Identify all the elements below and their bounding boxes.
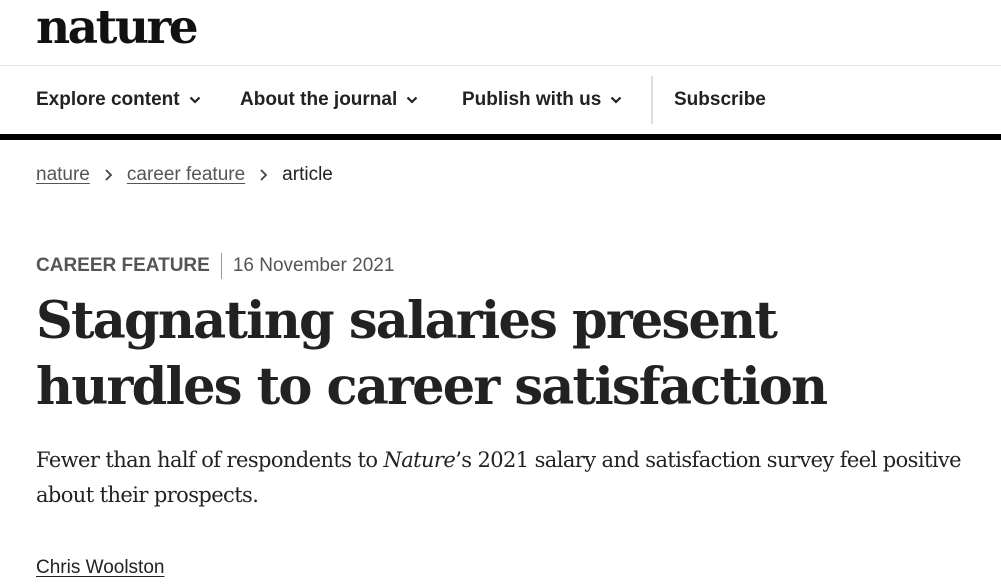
- chevron-down-icon: [406, 96, 418, 104]
- chevron-right-icon: [260, 169, 268, 181]
- author-link[interactable]: Chris Woolston: [36, 557, 164, 579]
- breadcrumb-nature[interactable]: nature: [36, 164, 90, 186]
- breadcrumb-career-feature[interactable]: career feature: [127, 164, 245, 186]
- main-nav: Explore content About the journal Publis…: [0, 66, 1001, 134]
- chevron-right-icon: [105, 169, 113, 181]
- breadcrumb: nature career feature article: [36, 164, 333, 186]
- page: nature Explore content About the journal…: [0, 0, 1001, 588]
- article-standfirst: Fewer than half of respondents to Nature…: [36, 443, 976, 513]
- breadcrumb-current: article: [282, 164, 333, 185]
- nav-explore-content[interactable]: Explore content: [36, 66, 201, 134]
- nav-publish-with-us-label: Publish with us: [462, 89, 602, 110]
- nav-about-the-journal-label: About the journal: [240, 89, 398, 110]
- standfirst-text-before: Fewer than half of respondents to: [36, 448, 384, 472]
- nav-explore-content-label: Explore content: [36, 89, 180, 110]
- article-meta: CAREER FEATURE 16 November 2021: [36, 252, 394, 280]
- nav-about-the-journal[interactable]: About the journal: [240, 66, 418, 134]
- chevron-down-icon: [611, 96, 622, 104]
- nav-subscribe-label: Subscribe: [674, 89, 766, 110]
- nature-logo[interactable]: nature: [36, 4, 199, 51]
- nav-subscribe[interactable]: Subscribe: [674, 66, 766, 134]
- nav-bottom-rule: [0, 134, 1001, 140]
- nav-divider: [651, 76, 653, 124]
- standfirst-journal-name: Nature: [383, 448, 456, 472]
- nav-publish-with-us[interactable]: Publish with us: [462, 66, 622, 134]
- publish-date: 16 November 2021: [232, 255, 395, 276]
- article-title: Stagnating salaries present hurdles to c…: [36, 291, 828, 417]
- meta-divider: [220, 253, 222, 279]
- article-type[interactable]: CAREER FEATURE: [36, 255, 210, 277]
- chevron-down-icon: [189, 96, 200, 104]
